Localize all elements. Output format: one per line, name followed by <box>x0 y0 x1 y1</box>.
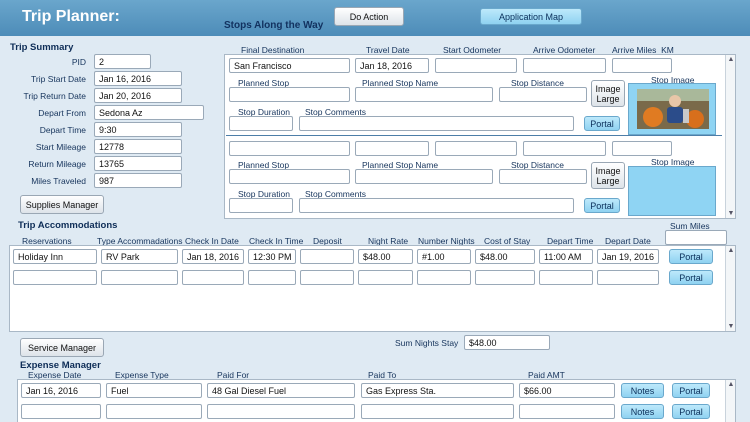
stop-image-frame[interactable] <box>628 83 716 135</box>
arrive-miles-field[interactable] <box>612 58 672 73</box>
check-in-date-field[interactable]: Jan 18, 2016 <box>182 249 244 264</box>
stop-distance-field[interactable] <box>499 87 587 102</box>
arrive-miles-field-2[interactable] <box>612 141 672 156</box>
supplies-manager-button[interactable]: Supplies Manager <box>20 195 104 214</box>
miles-traveled-label: Miles Traveled <box>31 176 86 186</box>
arrive-odometer-field-2[interactable] <box>523 141 606 156</box>
check-in-time-field[interactable]: 12:30 PM <box>248 249 296 264</box>
depart-from-label: Depart From <box>38 108 86 118</box>
return-mileage-field[interactable]: 13765 <box>94 156 182 171</box>
pid-field[interactable]: 2 <box>94 54 151 69</box>
image-large-button-2[interactable]: Image Large <box>591 162 625 189</box>
pid-label: PID <box>71 57 86 67</box>
night-rate-field-2[interactable] <box>358 270 413 285</box>
stop-duration-field[interactable] <box>229 116 293 131</box>
stop-duration-field-2[interactable] <box>229 198 293 213</box>
service-manager-button[interactable]: Service Manager <box>20 338 104 357</box>
trip-summary-title: Trip Summary <box>10 42 74 53</box>
paid-for-field[interactable]: 48 Gal Diesel Fuel <box>207 383 355 398</box>
cost-of-stay-field-2[interactable] <box>475 270 535 285</box>
start-mileage-field[interactable]: 12778 <box>94 139 182 154</box>
expense-type-field[interactable]: Fuel <box>106 383 202 398</box>
paid-to-field[interactable]: Gas Express Sta. <box>361 383 514 398</box>
trip-return-date-label: Trip Return Date <box>23 91 86 101</box>
deposit-field[interactable] <box>300 249 354 264</box>
expense-portal-button-2[interactable]: Portal <box>672 404 710 419</box>
image-large-button[interactable]: Image Large <box>591 80 625 107</box>
app-title: Trip Planner: <box>22 8 120 25</box>
stop-comments-field[interactable] <box>299 116 574 131</box>
paid-to-field-2[interactable] <box>361 404 514 419</box>
check-in-date-field-2[interactable] <box>182 270 244 285</box>
expense-type-field-2[interactable] <box>106 404 202 419</box>
travel-date-field[interactable]: Jan 18, 2016 <box>355 58 429 73</box>
paid-amt-field-2[interactable] <box>519 404 615 419</box>
miles-traveled-field[interactable]: 987 <box>94 173 182 188</box>
expense-notes-button[interactable]: Notes <box>621 383 664 398</box>
scroll-down-icon[interactable]: ▼ <box>727 323 735 330</box>
trip-return-date-field[interactable]: Jan 20, 2016 <box>94 88 182 103</box>
scroll-up-icon[interactable]: ▲ <box>727 381 735 388</box>
accommodations-scrollbar[interactable]: ▲ ▼ <box>725 246 735 331</box>
stop-portal-button[interactable]: Portal <box>584 116 620 131</box>
trip-start-date-label: Trip Start Date <box>31 74 86 84</box>
accommodation-portal-button[interactable]: Portal <box>669 249 713 264</box>
stop-photo-icon <box>637 89 709 129</box>
deposit-field-2[interactable] <box>300 270 354 285</box>
arrive-odometer-field[interactable] <box>523 58 606 73</box>
reservation-field[interactable]: Holiday Inn <box>13 249 97 264</box>
expenses-scrollbar[interactable]: ▲ <box>725 380 735 422</box>
night-rate-field[interactable]: $48.00 <box>358 249 413 264</box>
stops-title: Stops Along the Way <box>224 20 324 31</box>
final-destination-field[interactable]: San Francisco <box>229 58 350 73</box>
return-mileage-label: Return Mileage <box>28 159 86 169</box>
start-odometer-field[interactable] <box>435 58 517 73</box>
type-accommodation-field[interactable]: RV Park <box>101 249 178 264</box>
stop-portal-button-2[interactable]: Portal <box>584 198 620 213</box>
depart-date-field-2[interactable] <box>597 270 659 285</box>
depart-time-field[interactable]: 9:30 <box>94 122 182 137</box>
sum-nights-stay-field[interactable]: $48.00 <box>464 335 550 350</box>
expense-date-field[interactable]: Jan 16, 2016 <box>21 383 101 398</box>
do-action-button[interactable]: Do Action <box>334 7 404 26</box>
expense-portal-button[interactable]: Portal <box>672 383 710 398</box>
number-nights-field[interactable]: #1.00 <box>417 249 471 264</box>
stop-comments-field-2[interactable] <box>299 198 574 213</box>
expense-date-field-2[interactable] <box>21 404 101 419</box>
accommodation-portal-button-2[interactable]: Portal <box>669 270 713 285</box>
depart-date-field[interactable]: Jan 19, 2016 <box>597 249 659 264</box>
check-in-time-field-2[interactable] <box>248 270 296 285</box>
final-destination-field-2[interactable] <box>229 141 350 156</box>
travel-date-field-2[interactable] <box>355 141 429 156</box>
start-mileage-label: Start Mileage <box>35 142 86 152</box>
type-accommodation-field-2[interactable] <box>101 270 178 285</box>
scroll-up-icon[interactable]: ▲ <box>727 56 735 63</box>
number-nights-field-2[interactable] <box>417 270 471 285</box>
trip-start-date-field[interactable]: Jan 16, 2016 <box>94 71 182 86</box>
stops-scrollbar[interactable]: ▲ ▼ <box>725 55 735 218</box>
stop-image-frame-2[interactable] <box>628 166 716 216</box>
scroll-up-icon[interactable]: ▲ <box>727 247 735 254</box>
planned-stop-name-field-2[interactable] <box>355 169 493 184</box>
trip-accommodations-title: Trip Accommodations <box>18 220 118 231</box>
paid-for-field-2[interactable] <box>207 404 355 419</box>
planned-stop-field[interactable] <box>229 87 350 102</box>
depart-time-label: Depart Time <box>39 125 86 135</box>
cost-of-stay-field[interactable]: $48.00 <box>475 249 535 264</box>
start-odometer-field-2[interactable] <box>435 141 517 156</box>
planned-stop-field-2[interactable] <box>229 169 350 184</box>
reservation-field-2[interactable] <box>13 270 97 285</box>
scroll-down-icon[interactable]: ▼ <box>727 210 735 217</box>
stop-distance-field-2[interactable] <box>499 169 587 184</box>
paid-amt-field[interactable]: $66.00 <box>519 383 615 398</box>
sum-miles-field[interactable] <box>665 230 727 245</box>
expense-notes-button-2[interactable]: Notes <box>621 404 664 419</box>
depart-time-field[interactable]: 11:00 AM <box>539 249 593 264</box>
stop-row-divider <box>226 135 722 136</box>
application-map-button[interactable]: Application Map <box>480 8 582 25</box>
depart-time-field-2[interactable] <box>539 270 593 285</box>
depart-from-field[interactable]: Sedona Az <box>94 105 204 120</box>
planned-stop-name-field[interactable] <box>355 87 493 102</box>
sum-nights-stay-label: Sum Nights Stay <box>395 338 459 348</box>
